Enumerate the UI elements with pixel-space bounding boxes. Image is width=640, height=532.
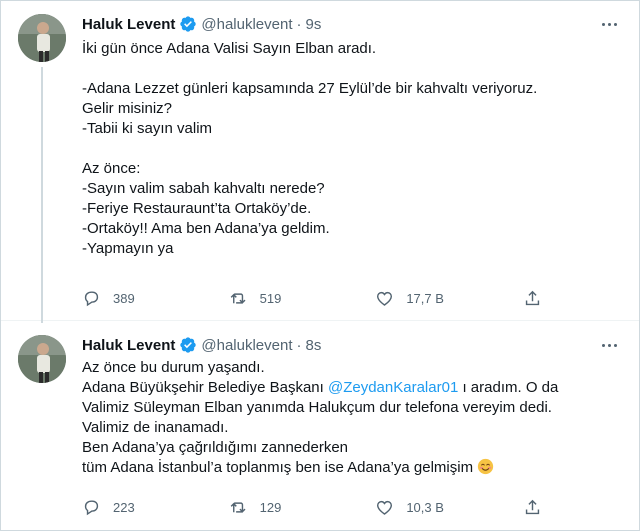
retweet-icon [230, 292, 246, 304]
timestamp[interactable]: 9s [306, 16, 322, 33]
tweet-line: -Yapmayın ya [82, 240, 174, 257]
share-icon [525, 499, 540, 514]
tweet-thread: Haluk Levent @haluklevent · 9s İki gün ö… [0, 0, 640, 531]
tweet-actions: 223 129 10,3 B [82, 497, 542, 517]
tweet-line [82, 59, 627, 79]
tweet-line: -Adana Lezzet günleri kapsamında 27 Eylü… [82, 80, 538, 97]
author-handle[interactable]: @haluklevent [201, 337, 292, 354]
tweet-line: Ben Adana’ya çağrıldığımı zannederken [82, 439, 349, 456]
tweet-line [82, 139, 627, 159]
tweet-line: Az önce: [82, 160, 141, 177]
tweet-text: Az önce bu durum yaşandı. Adana Büyükşeh… [82, 358, 627, 478]
tweet-1[interactable]: Haluk Levent @haluklevent · 9s İki gün ö… [1, 1, 639, 323]
reply-icon [84, 499, 99, 515]
tweet-text-segment: tüm Adana İstanbul’a toplanmış ben ise A… [82, 459, 474, 476]
tweet-header: Haluk Levent @haluklevent · 8s [82, 335, 321, 355]
like-button[interactable]: 10,3 B [375, 498, 455, 517]
retweet-count: 519 [259, 290, 282, 306]
author-name[interactable]: Haluk Levent [82, 337, 175, 354]
tweet-text-segment: ı aradım. O da [458, 379, 559, 396]
tweet-text: İki gün önce Adana Valisi Sayın Elban ar… [82, 39, 627, 259]
mention-link[interactable]: @ZeydanKaralar01 [328, 379, 458, 396]
timestamp[interactable]: 8s [306, 337, 322, 354]
tweet-line: İki gün önce Adana Valisi Sayın Elban ar… [82, 40, 377, 57]
share-button[interactable] [522, 498, 542, 517]
more-icon[interactable] [599, 14, 619, 34]
tweet-line: tüm Adana İstanbul’a toplanmış ben ise A… [82, 458, 627, 478]
share-button[interactable] [522, 289, 542, 308]
tweet-line: Gelir misiniz? [82, 100, 173, 117]
tweet-line: -Tabii ki sayın valim [82, 120, 213, 137]
retweet-button[interactable]: 519 [229, 289, 309, 308]
reply-icon [84, 290, 99, 306]
tweet-actions: 389 519 17,7 B [82, 288, 542, 308]
verified-icon [180, 337, 197, 353]
reply-count: 389 [113, 290, 135, 306]
tweet-line: Valimiz Süleyman Elban yanımda Halukçum … [82, 399, 552, 416]
retweet-count: 129 [259, 499, 282, 515]
like-icon [377, 500, 393, 515]
tweet-line: Adana Büyükşehir Belediye Başkanı @Zeyda… [82, 378, 627, 398]
smiling-face-emoji [477, 458, 494, 475]
author-name[interactable]: Haluk Levent [82, 16, 175, 33]
tweet-line: -Sayın valim sabah kahvaltı nerede? [82, 180, 325, 197]
avatar[interactable] [18, 14, 66, 62]
tweet-text-segment: Adana Büyükşehir Belediye Başkanı [82, 379, 328, 396]
reply-button[interactable]: 389 [82, 289, 162, 308]
reply-button[interactable]: 223 [82, 498, 162, 517]
retweet-button[interactable]: 129 [229, 498, 309, 517]
author-handle[interactable]: @haluklevent [201, 16, 292, 33]
tweet-header: Haluk Levent @haluklevent · 9s [82, 14, 321, 34]
more-icon[interactable] [599, 335, 619, 355]
tweet-line: Valimiz de inanamadı. [82, 419, 229, 436]
tweet-2[interactable]: Haluk Levent @haluklevent · 8s Az önce b… [1, 321, 639, 532]
like-button[interactable]: 17,7 B [375, 289, 455, 308]
share-icon [525, 290, 540, 305]
separator-dot: · [296, 336, 302, 354]
verified-icon [180, 16, 197, 32]
thread-line [41, 67, 43, 323]
reply-count: 223 [113, 499, 135, 515]
like-count: 17,7 B [406, 290, 444, 306]
like-count: 10,3 B [406, 499, 444, 515]
like-icon [377, 291, 393, 306]
retweet-icon [230, 501, 246, 513]
tweet-line: -Ortaköy!! Ama ben Adana’ya geldim. [82, 220, 330, 237]
avatar[interactable] [18, 335, 66, 383]
separator-dot: · [296, 15, 302, 33]
tweet-line: Az önce bu durum yaşandı. [82, 359, 265, 376]
tweet-line: -Feriye Restauraunt’ta Ortaköy’de. [82, 200, 312, 217]
